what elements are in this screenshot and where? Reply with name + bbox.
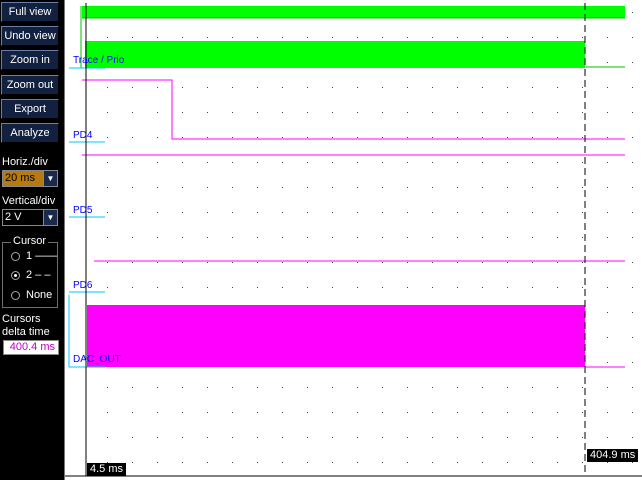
pd6-label: PD6 bbox=[73, 280, 93, 291]
cursor-radio-1[interactable]: 1 —— bbox=[9, 250, 59, 264]
trace-prio-top-band bbox=[82, 6, 625, 18]
dac-out-band bbox=[87, 305, 585, 367]
chevron-down-icon[interactable]: ▼ bbox=[43, 210, 57, 225]
horiz-div-value: 20 ms bbox=[3, 171, 43, 186]
analyze-button[interactable]: Analyze bbox=[1, 123, 59, 143]
cursor-option-label: None bbox=[26, 289, 53, 301]
export-button[interactable]: Export bbox=[1, 99, 59, 119]
horiz-div-select[interactable]: 20 ms ▼ bbox=[2, 170, 58, 187]
trace-prio-label: Trace / Prio bbox=[73, 55, 125, 66]
scope-plot-area[interactable]: Trace / Prio PD4 PD5 PD6 DAC_OUT 4.5 ms … bbox=[64, 0, 642, 480]
cursor-option-label: 2 – – bbox=[26, 269, 51, 281]
cursor-1-readout: 4.5 ms bbox=[87, 463, 127, 476]
cursors-label: Cursors bbox=[2, 313, 41, 325]
undo-view-button[interactable]: Undo view bbox=[1, 26, 59, 46]
zoom-in-button[interactable]: Zoom in bbox=[1, 50, 59, 70]
cursor-radio-2[interactable]: 2 – – bbox=[9, 269, 59, 283]
radio-selected-icon[interactable] bbox=[11, 271, 20, 280]
cursor-option-label: 1 —— bbox=[26, 250, 58, 262]
cursor-2-readout: 404.9 ms bbox=[587, 449, 639, 462]
dac-out-waveform bbox=[87, 305, 625, 368]
trace-prio-band bbox=[85, 41, 585, 68]
pd4-waveform bbox=[82, 79, 625, 140]
pd5-label: PD5 bbox=[73, 205, 93, 216]
sidebar: Full view Undo view Zoom in Zoom out Exp… bbox=[0, 0, 63, 480]
vertical-div-value: 2 V bbox=[5, 211, 22, 223]
delta-time-value: 400.4 ms bbox=[3, 340, 59, 355]
vertical-div-select[interactable]: 2 V ▼ bbox=[2, 209, 58, 226]
cursor-radio-none[interactable]: None bbox=[9, 289, 59, 303]
grid-dots bbox=[107, 12, 633, 463]
full-view-button[interactable]: Full view bbox=[1, 2, 59, 22]
cursor-group: Cursor 1 —— 2 – – None bbox=[2, 235, 59, 308]
delta-time-label: delta time bbox=[2, 326, 50, 338]
dac-out-label: DAC_OUT bbox=[73, 354, 121, 365]
chevron-down-icon[interactable]: ▼ bbox=[43, 171, 57, 186]
horiz-div-label: Horiz./div bbox=[2, 156, 48, 168]
trace-prio-waveform bbox=[80, 6, 625, 68]
radio-icon[interactable] bbox=[11, 252, 20, 261]
vertical-div-label: Vertical/div bbox=[2, 195, 56, 207]
zoom-out-button[interactable]: Zoom out bbox=[1, 75, 59, 95]
pd4-label: PD4 bbox=[73, 130, 93, 141]
scope-canvas[interactable] bbox=[65, 0, 642, 480]
cursor-group-title: Cursor bbox=[11, 235, 49, 248]
radio-icon[interactable] bbox=[11, 291, 20, 300]
